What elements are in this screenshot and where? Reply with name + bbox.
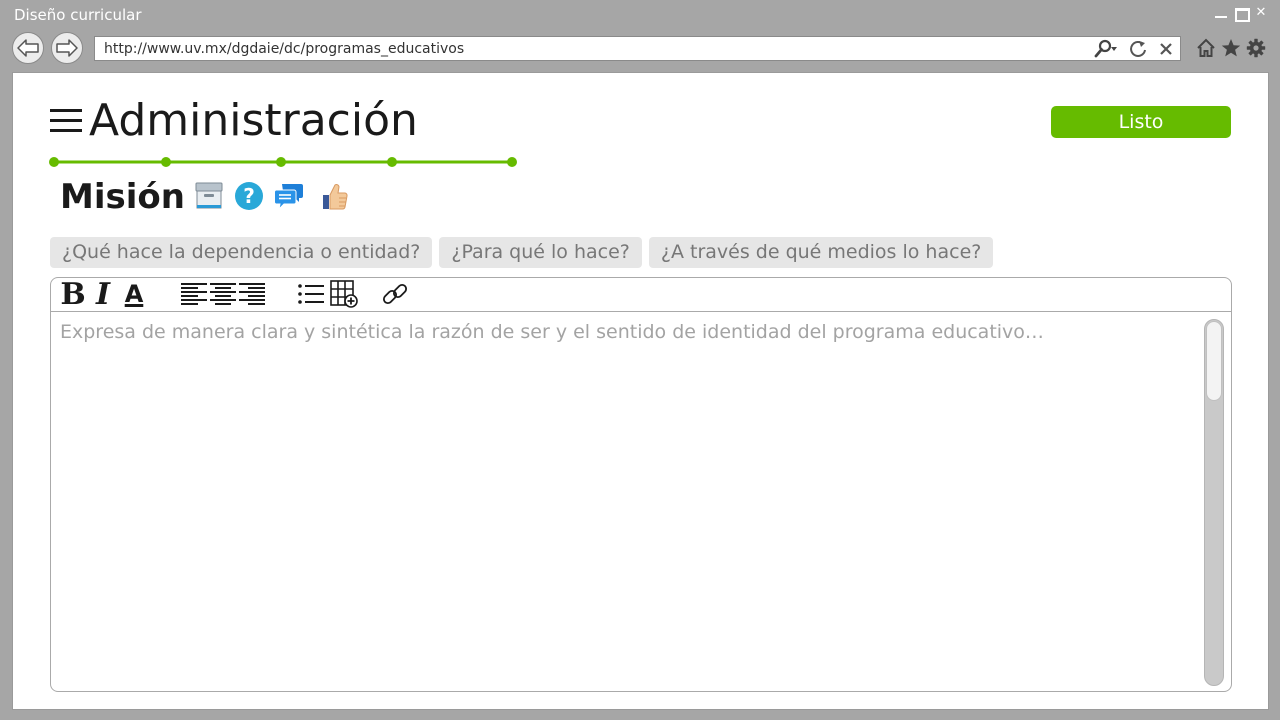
svg-text:?: ? bbox=[243, 184, 255, 208]
close-icon[interactable] bbox=[1156, 39, 1176, 59]
gear-icon[interactable] bbox=[1246, 38, 1266, 58]
refresh-icon[interactable] bbox=[1128, 39, 1148, 59]
rich-text-editor: B I A Expresa de manera clara y sintétic… bbox=[50, 277, 1232, 692]
editor-placeholder[interactable]: Expresa de manera clara y sintética la r… bbox=[60, 321, 1190, 343]
window-titlebar: Diseño curricular ✕ bbox=[0, 0, 1280, 30]
page-title: Administración bbox=[89, 95, 418, 146]
page-content: Administración Listo Misión ? ¿Qué hace … bbox=[12, 72, 1269, 710]
forward-button[interactable] bbox=[51, 32, 83, 64]
align-center-button[interactable] bbox=[209, 280, 237, 308]
section-icons: ? bbox=[194, 181, 350, 211]
prompt-chip-que-hace[interactable]: ¿Qué hace la dependencia o entidad? bbox=[50, 237, 433, 268]
minimize-icon[interactable] bbox=[1214, 4, 1228, 22]
browser-right-icons bbox=[1196, 38, 1266, 58]
bullet-list-icon bbox=[298, 284, 324, 304]
stepper-step[interactable] bbox=[49, 157, 59, 167]
stepper-step[interactable] bbox=[387, 157, 397, 167]
menu-icon[interactable] bbox=[50, 109, 84, 135]
done-button[interactable]: Listo bbox=[1051, 106, 1231, 138]
align-right-button[interactable] bbox=[238, 280, 266, 308]
editor-scrollbar-thumb[interactable] bbox=[1206, 321, 1222, 401]
window-controls: ✕ bbox=[1214, 4, 1268, 22]
stepper-step[interactable] bbox=[161, 157, 171, 167]
back-arrow-icon bbox=[17, 39, 39, 57]
bullet-list-button[interactable] bbox=[297, 280, 325, 308]
stepper-step[interactable] bbox=[507, 157, 517, 167]
align-left-button[interactable] bbox=[180, 280, 208, 308]
prompt-chips: ¿Qué hace la dependencia o entidad? ¿Par… bbox=[50, 237, 994, 268]
maximize-icon[interactable] bbox=[1234, 4, 1250, 22]
font-color-button[interactable]: A bbox=[121, 280, 147, 308]
prompt-chip-medios[interactable]: ¿A través de qué medios lo hace? bbox=[648, 237, 994, 268]
back-button[interactable] bbox=[12, 32, 44, 64]
insert-link-button[interactable] bbox=[381, 280, 409, 308]
window-title: Diseño curricular bbox=[14, 6, 142, 24]
align-right-icon bbox=[239, 283, 265, 305]
italic-button[interactable]: I bbox=[93, 278, 113, 312]
address-bar-icons bbox=[1090, 39, 1176, 59]
browser-toolbar: http://www.uv.mx/dgdaie/dc/programas_edu… bbox=[0, 30, 1280, 66]
insert-table-icon bbox=[330, 280, 358, 308]
search-icon[interactable] bbox=[1090, 39, 1120, 59]
link-icon bbox=[382, 283, 408, 305]
prompt-chip-para-que[interactable]: ¿Para qué lo hace? bbox=[439, 237, 642, 268]
forward-arrow-icon bbox=[56, 39, 78, 57]
archive-box-icon[interactable] bbox=[194, 181, 224, 211]
help-icon[interactable]: ? bbox=[234, 181, 264, 211]
editor-scrollbar[interactable] bbox=[1204, 319, 1224, 686]
editor-text-area[interactable]: Expresa de manera clara y sintética la r… bbox=[51, 313, 1231, 691]
chat-bubbles-icon[interactable] bbox=[274, 181, 304, 211]
home-icon[interactable] bbox=[1196, 38, 1216, 58]
insert-table-button[interactable] bbox=[330, 280, 358, 308]
progress-stepper bbox=[49, 157, 517, 167]
window-close-icon[interactable]: ✕ bbox=[1254, 4, 1268, 22]
url-text[interactable]: http://www.uv.mx/dgdaie/dc/programas_edu… bbox=[104, 41, 464, 57]
editor-toolbar: B I A bbox=[51, 278, 1231, 312]
address-bar[interactable]: http://www.uv.mx/dgdaie/dc/programas_edu… bbox=[94, 36, 1181, 61]
section-title: Misión bbox=[60, 177, 185, 217]
stepper-step[interactable] bbox=[276, 157, 286, 167]
align-center-icon bbox=[210, 283, 236, 305]
thumbs-up-icon[interactable] bbox=[320, 181, 350, 211]
star-icon[interactable] bbox=[1221, 38, 1241, 58]
align-left-icon bbox=[181, 283, 207, 305]
bold-button[interactable]: B bbox=[60, 278, 85, 312]
